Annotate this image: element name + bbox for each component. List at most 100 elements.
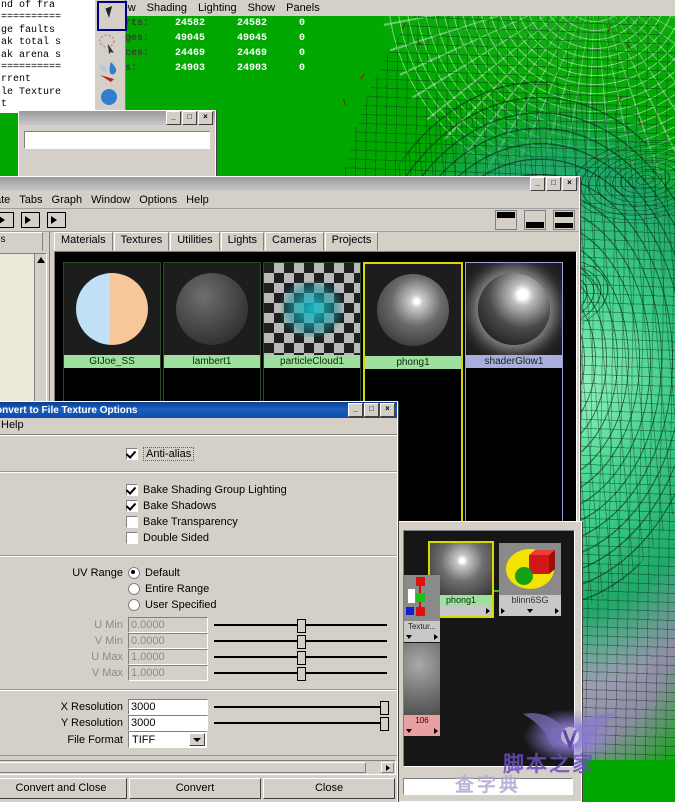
bins-tab[interactable]: es: [0, 232, 43, 251]
hypershade-menu-tabs[interactable]: Tabs: [19, 194, 42, 206]
v-min-row[interactable]: V Min 0.0000: [0, 633, 397, 648]
hypershade-tabstrip[interactable]: Materials Textures Utilities Lights Came…: [54, 235, 577, 251]
chevron-down-icon[interactable]: [189, 733, 205, 746]
maximize-icon[interactable]: □: [364, 403, 379, 417]
dialog-horizontal-scrollbar[interactable]: [0, 760, 396, 775]
uv-range-entire-radio[interactable]: [128, 583, 140, 595]
checkbox-row[interactable]: Bake Shading Group Lighting: [0, 482, 397, 497]
v-min-slider[interactable]: [214, 634, 387, 648]
node-place2dtexture[interactable]: 106: [404, 643, 440, 736]
v-max-slider[interactable]: [214, 666, 387, 680]
select-tool-icon[interactable]: [97, 1, 127, 31]
uv-range-row[interactable]: Entire Range: [0, 581, 397, 596]
toolbox[interactable]: [95, 0, 126, 113]
material-swatch[interactable]: shaderGlow1: [465, 262, 563, 525]
tab-materials[interactable]: Materials: [54, 232, 113, 251]
y-resolution-slider[interactable]: [214, 716, 387, 730]
node-expand-icon[interactable]: [434, 634, 438, 640]
v-max-input[interactable]: 1.0000: [128, 665, 208, 681]
close-icon[interactable]: ×: [562, 177, 577, 191]
file-format-row[interactable]: File Format TIFF: [0, 731, 397, 748]
node-expand-icon[interactable]: [486, 608, 490, 614]
checkbox-row[interactable]: Bake Transparency: [0, 514, 397, 529]
u-max-slider[interactable]: [214, 650, 387, 664]
paint-select-tool-icon[interactable]: [97, 59, 123, 85]
hypershade-titlebar[interactable]: _ □ ×: [0, 177, 579, 191]
bake-transparency-checkbox[interactable]: [126, 516, 138, 528]
u-min-input[interactable]: 0.0000: [128, 617, 208, 633]
layout-top-only-icon[interactable]: [495, 210, 517, 230]
minimize-icon[interactable]: _: [166, 111, 181, 125]
y-resolution-row[interactable]: Y Resolution 3000: [0, 715, 397, 730]
tab-utilities[interactable]: Utilities: [170, 232, 219, 251]
input-output-connections-icon[interactable]: [21, 212, 40, 228]
u-max-input[interactable]: 1.0000: [128, 649, 208, 665]
hypershade-menu-create[interactable]: ate: [0, 194, 10, 206]
node-expand-icon[interactable]: [555, 608, 559, 614]
close-icon[interactable]: ×: [198, 111, 213, 125]
node-controls[interactable]: [499, 606, 561, 616]
minimize-icon[interactable]: _: [348, 403, 363, 417]
bake-shadows-checkbox[interactable]: [126, 500, 138, 512]
node-expand-left-icon[interactable]: [501, 608, 505, 614]
scroll-right-icon[interactable]: [381, 762, 394, 773]
minimize-icon[interactable]: _: [530, 177, 545, 191]
v-min-input[interactable]: 0.0000: [128, 633, 208, 649]
viewport-menubar[interactable]: View Shading Lighting Show Panels: [108, 0, 675, 16]
viewport-menu-shading[interactable]: Shading: [147, 2, 187, 14]
layout-bottom-only-icon[interactable]: [524, 210, 546, 230]
double-sided-checkbox[interactable]: [126, 532, 138, 544]
checkbox-row[interactable]: Bake Shadows: [0, 498, 397, 513]
input-connections-icon[interactable]: [0, 212, 14, 228]
hypershade-menubar[interactable]: ate Tabs Graph Window Options Help: [0, 191, 579, 209]
dialog-menu-help[interactable]: Help: [1, 419, 24, 431]
node-collapse-icon[interactable]: [406, 635, 412, 639]
node-collapse-icon[interactable]: [406, 729, 412, 733]
node-texture[interactable]: Textur...: [404, 575, 440, 642]
move-tool-icon[interactable]: [97, 86, 123, 112]
layout-split-icon[interactable]: [553, 210, 575, 230]
file-format-select[interactable]: TIFF: [128, 731, 207, 748]
script-output-console[interactable]: nd of fra ========== ge faults ak total …: [0, 0, 97, 113]
node-controls[interactable]: [404, 726, 440, 736]
secondary-window-titlebar[interactable]: _ □ ×: [19, 111, 215, 125]
maximize-icon[interactable]: □: [546, 177, 561, 191]
viewport-menu-lighting[interactable]: Lighting: [198, 2, 237, 14]
scrollbar-thumb[interactable]: [0, 762, 366, 773]
output-connections-icon[interactable]: [47, 212, 66, 228]
secondary-window[interactable]: _ □ ×: [18, 110, 216, 184]
dialog-titlebar[interactable]: onvert to File Texture Options _ □ ×: [0, 402, 397, 418]
convert-button[interactable]: Convert: [129, 778, 261, 799]
tab-textures[interactable]: Textures: [114, 232, 170, 251]
dialog-button-row[interactable]: Convert and Close Convert Close: [0, 775, 397, 802]
u-max-row[interactable]: U Max 1.0000: [0, 649, 397, 664]
u-min-slider[interactable]: [214, 618, 387, 632]
node-expand-icon[interactable]: [434, 728, 438, 734]
x-resolution-slider[interactable]: [214, 700, 387, 714]
hypershade-toolbar[interactable]: [0, 209, 579, 232]
bake-shading-group-lighting-checkbox[interactable]: [126, 484, 138, 496]
maximize-icon[interactable]: □: [182, 111, 197, 125]
hypershade-work-area[interactable]: phong1 blinn6SG: [398, 521, 582, 802]
checkbox-row[interactable]: Double Sided: [0, 530, 397, 545]
tab-lights[interactable]: Lights: [221, 232, 264, 251]
y-resolution-input[interactable]: 3000: [128, 715, 208, 731]
hypershade-menu-options[interactable]: Options: [139, 194, 177, 206]
x-resolution-input[interactable]: 3000: [128, 699, 208, 715]
hypershade-menu-window[interactable]: Window: [91, 194, 130, 206]
convert-to-file-texture-options-dialog[interactable]: onvert to File Texture Options _ □ × Hel…: [0, 401, 398, 802]
node-collapse-icon[interactable]: [527, 609, 533, 613]
tab-cameras[interactable]: Cameras: [265, 232, 324, 251]
close-icon[interactable]: ×: [380, 403, 395, 417]
viewport-menu-show[interactable]: Show: [248, 2, 276, 14]
checkbox-row[interactable]: Anti-alias: [0, 446, 397, 461]
close-button[interactable]: Close: [263, 778, 395, 799]
node-controls[interactable]: [404, 632, 440, 642]
uv-range-default-radio[interactable]: [128, 567, 140, 579]
node-blinn6SG[interactable]: blinn6SG: [499, 543, 561, 616]
convert-and-close-button[interactable]: Convert and Close: [0, 778, 127, 799]
dialog-menubar[interactable]: Help: [0, 418, 397, 435]
u-min-row[interactable]: U Min 0.0000: [0, 617, 397, 632]
uv-range-row[interactable]: UV Range Default: [0, 565, 397, 580]
lasso-tool-icon[interactable]: [97, 32, 123, 58]
